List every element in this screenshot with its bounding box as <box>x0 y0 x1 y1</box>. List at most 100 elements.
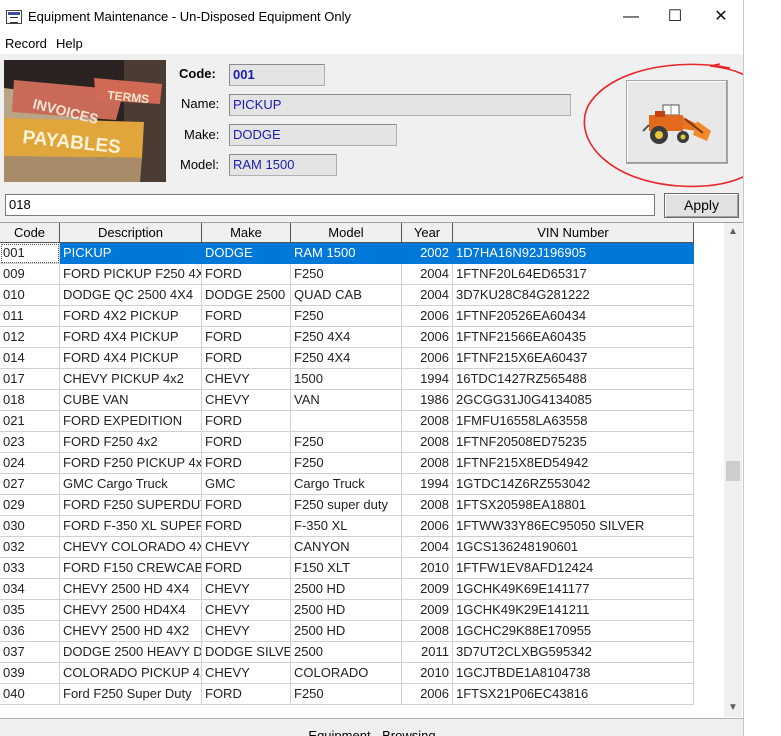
cell-description[interactable]: CHEVY 2500 HD 4X2 <box>60 621 202 642</box>
cell-vin[interactable]: 1FTNF20508ED75235 <box>453 432 694 453</box>
column-header-model[interactable]: Model <box>291 223 402 243</box>
table-row[interactable]: 017 CHEVY PICKUP 4x2 CHEVY 1500 1994 16TDC142… <box>0 369 694 390</box>
table-row[interactable]: 040 Ford F250 Super Duty FORD F250 2006 1FTS… <box>0 684 694 705</box>
cell-code[interactable]: 040 <box>0 684 60 705</box>
cell-model[interactable]: QUAD CAB <box>291 285 402 306</box>
cell-model[interactable]: F150 XLT <box>291 558 402 579</box>
cell-year[interactable]: 2004 <box>402 537 453 558</box>
table-row[interactable]: 037DODGE 2500 HEAVY DUTYDODGE SILVERADO2… <box>0 642 694 663</box>
cell-vin[interactable]: 1GTDC14Z6RZ553042 <box>453 474 694 495</box>
cell-description[interactable]: CHEVY PICKUP 4x2 <box>60 369 202 390</box>
table-row[interactable]: 023 FORD F250 4x2 FORD F250 2008 1FTNF20508ED… <box>0 432 694 453</box>
cell-description[interactable]: FORD EXPEDITION <box>60 411 202 432</box>
cell-make[interactable]: FORD <box>202 684 291 705</box>
cell-vin[interactable]: 1FTNF21566EA60435 <box>453 327 694 348</box>
cell-description[interactable]: PICKUP <box>60 243 202 264</box>
cell-year[interactable]: 2006 <box>402 348 453 369</box>
cell-code[interactable]: 039 <box>0 663 60 684</box>
cell-make[interactable]: FORD <box>202 495 291 516</box>
cell-year[interactable]: 2006 <box>402 327 453 348</box>
cell-year[interactable]: 2006 <box>402 516 453 537</box>
cell-description[interactable]: FORD F-350 XL SUPER <box>60 516 202 537</box>
cell-description[interactable]: DODGE QC 2500 4X4 <box>60 285 202 306</box>
cell-code[interactable]: 029 <box>0 495 60 516</box>
column-header-description[interactable]: Description <box>60 223 202 243</box>
cell-description[interactable]: FORD PICKUP F250 4X4 <box>60 264 202 285</box>
cell-code[interactable]: 017 <box>0 369 60 390</box>
cell-model[interactable]: F250 super duty <box>291 495 402 516</box>
cell-model[interactable]: F250 <box>291 432 402 453</box>
cell-description[interactable]: FORD 4X4 PICKUP <box>60 327 202 348</box>
cell-make[interactable]: FORD <box>202 411 291 432</box>
cell-year[interactable]: 2009 <box>402 579 453 600</box>
table-row[interactable]: 001 PICKUP DODGE RAM 1500 2002 1D7HA16N92J196… <box>0 243 694 264</box>
column-header-make[interactable]: Make <box>202 223 291 243</box>
cell-year[interactable]: 1994 <box>402 474 453 495</box>
cell-model[interactable]: 2500 <box>291 642 402 663</box>
apply-button[interactable]: Apply <box>664 193 739 218</box>
table-row[interactable]: 011 FORD 4X2 PICKUP FORD F250 2006 1FTNF20526… <box>0 306 694 327</box>
cell-description[interactable]: CHEVY 2500 HD4X4 <box>60 600 202 621</box>
cell-make[interactable]: FORD <box>202 516 291 537</box>
cell-vin[interactable]: 1FTSX21P06EC43816 <box>453 684 694 705</box>
cell-make[interactable]: CHEVY <box>202 390 291 411</box>
cell-year[interactable]: 1986 <box>402 390 453 411</box>
scroll-down-icon[interactable]: ▼ <box>724 699 742 717</box>
cell-year[interactable]: 2002 <box>402 243 453 264</box>
cell-vin[interactable]: 3D7UT2CLXBG595342 <box>453 642 694 663</box>
cell-make[interactable]: CHEVY <box>202 369 291 390</box>
model-field[interactable]: RAM 1500 <box>229 154 337 176</box>
table-row[interactable]: 033 FORD F150 CREWCAB FORD F150 XLT 2010 1FT… <box>0 558 694 579</box>
cell-vin[interactable]: 1FTNF20L64ED65317 <box>453 264 694 285</box>
cell-vin[interactable]: 1FTNF215X8ED54942 <box>453 453 694 474</box>
cell-description[interactable]: FORD F250 4x2 <box>60 432 202 453</box>
cell-code[interactable]: 030 <box>0 516 60 537</box>
cell-vin[interactable]: 16TDC1427RZ565488 <box>453 369 694 390</box>
cell-year[interactable]: 2009 <box>402 600 453 621</box>
cell-make[interactable]: CHEVY <box>202 600 291 621</box>
table-row[interactable]: 027 GMC Cargo Truck GMC Cargo Truck 1994 1GTD… <box>0 474 694 495</box>
cell-vin[interactable]: 1FTFW1EV8AFD12424 <box>453 558 694 579</box>
cell-year[interactable]: 2008 <box>402 411 453 432</box>
cell-model[interactable]: F250 4X4 <box>291 348 402 369</box>
cell-year[interactable]: 2011 <box>402 642 453 663</box>
cell-code[interactable]: 033 <box>0 558 60 579</box>
cell-code[interactable]: 011 <box>0 306 60 327</box>
cell-description[interactable]: Ford F250 Super Duty <box>60 684 202 705</box>
close-button[interactable]: ✕ <box>698 0 743 34</box>
cell-year[interactable]: 2004 <box>402 285 453 306</box>
table-row[interactable]: 018 CUBE VAN CHEVY VAN 1986 2GCGG31J0G4134085 <box>0 390 694 411</box>
cell-make[interactable]: DODGE SILVERADO <box>202 642 291 663</box>
table-row[interactable]: 021 FORD EXPEDITION FORD 2008 1FMFU16558LA63… <box>0 411 694 432</box>
cell-description[interactable]: CUBE VAN <box>60 390 202 411</box>
cell-make[interactable]: FORD <box>202 558 291 579</box>
cell-vin[interactable]: 1GCS136248190601 <box>453 537 694 558</box>
cell-model[interactable]: 2500 HD <box>291 621 402 642</box>
cell-make[interactable]: FORD <box>202 432 291 453</box>
cell-year[interactable]: 2006 <box>402 306 453 327</box>
cell-make[interactable]: FORD <box>202 327 291 348</box>
vertical-scrollbar[interactable]: ▲ ▼ <box>724 223 742 717</box>
cell-vin[interactable]: 1FMFU16558LA63558 <box>453 411 694 432</box>
table-row[interactable]: 032 CHEVY COLORADO 4X4 CHEVY CANYON 2004 1GCS… <box>0 537 694 558</box>
cell-make[interactable]: FORD <box>202 453 291 474</box>
name-field[interactable]: PICKUP <box>229 94 571 116</box>
column-header-vin[interactable]: VIN Number <box>453 223 694 243</box>
cell-code[interactable]: 018 <box>0 390 60 411</box>
cell-description[interactable]: COLORADO PICKUP 4X4 <box>60 663 202 684</box>
menu-help[interactable]: Help <box>56 36 83 51</box>
code-field[interactable]: 001 <box>229 64 325 86</box>
column-header-code[interactable]: Code <box>0 223 60 243</box>
cell-model[interactable]: F-350 XL <box>291 516 402 537</box>
cell-description[interactable]: FORD F250 PICKUP 4x4 <box>60 453 202 474</box>
cell-year[interactable]: 2010 <box>402 558 453 579</box>
cell-model[interactable]: 2500 HD <box>291 600 402 621</box>
cell-year[interactable]: 2008 <box>402 453 453 474</box>
make-field[interactable]: DODGE <box>229 124 397 146</box>
cell-model[interactable]: 1500 <box>291 369 402 390</box>
cell-model[interactable] <box>291 411 402 432</box>
table-row[interactable]: 039 COLORADO PICKUP 4X4 CHEVY COLORADO 2010 1… <box>0 663 694 684</box>
cell-vin[interactable]: 1FTNF20526EA60434 <box>453 306 694 327</box>
cell-code[interactable]: 023 <box>0 432 60 453</box>
cell-vin[interactable]: 3D7KU28C84G281222 <box>453 285 694 306</box>
